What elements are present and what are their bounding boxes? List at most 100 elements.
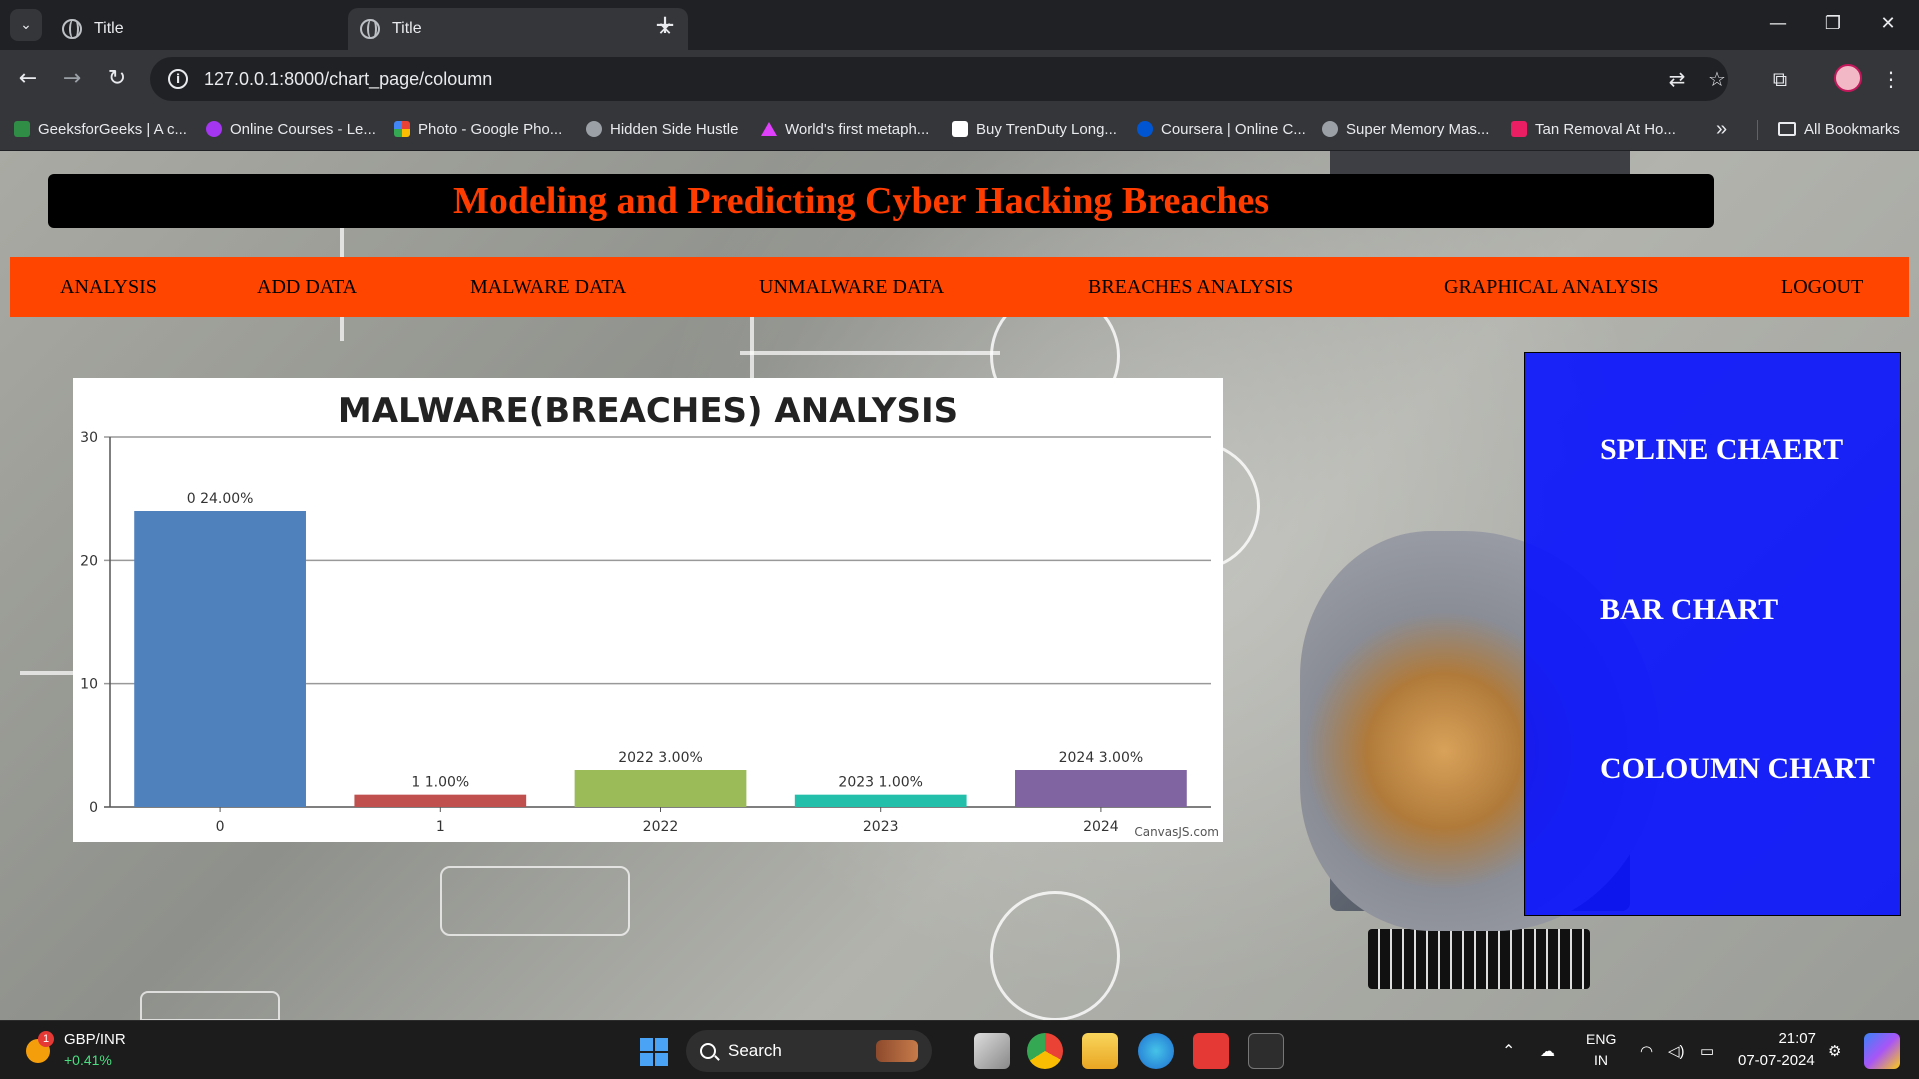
browser-tab-active[interactable]: Title ✕ bbox=[348, 8, 688, 50]
main-nav: ANALYSIS ADD DATA MALWARE DATA UNMALWARE… bbox=[10, 257, 1909, 317]
clock-date[interactable]: 07-07-2024 bbox=[1738, 1052, 1815, 1069]
restore-icon[interactable]: ❐ bbox=[1813, 8, 1853, 40]
bookmark-item[interactable]: Photo - Google Pho... bbox=[394, 108, 562, 150]
bookmark-item[interactable]: Tan Removal At Ho... bbox=[1511, 108, 1676, 150]
bookmark-label: Tan Removal At Ho... bbox=[1535, 120, 1676, 138]
bookmark-item[interactable]: Super Memory Mas... bbox=[1322, 108, 1489, 150]
ticker-name[interactable]: GBP/INR bbox=[64, 1031, 126, 1048]
show-hidden-icons[interactable]: ⌃ bbox=[1502, 1021, 1515, 1079]
chrome-icon[interactable] bbox=[1027, 1033, 1063, 1069]
bookmark-star-icon[interactable]: ☆ bbox=[1702, 64, 1732, 94]
nav-breaches-analysis[interactable]: BREACHES ANALYSIS bbox=[1088, 257, 1293, 317]
nav-unmalware-data[interactable]: UNMALWARE DATA bbox=[759, 257, 944, 317]
nav-analysis[interactable]: ANALYSIS bbox=[60, 257, 157, 317]
chart-y-axis-ticks: 0 10 20 30 bbox=[80, 430, 98, 816]
taskbar-search[interactable]: Search bbox=[686, 1030, 932, 1072]
x-tick-label: 0 bbox=[216, 819, 225, 835]
translate-icon[interactable]: ⇄ bbox=[1662, 64, 1692, 94]
back-button[interactable]: ← bbox=[12, 63, 44, 95]
onedrive-icon[interactable]: ☁ bbox=[1540, 1021, 1555, 1079]
more-bookmarks-button[interactable]: » bbox=[1716, 108, 1727, 150]
bookmarks-bar: GeeksforGeeks | A c... Online Courses - … bbox=[0, 108, 1919, 151]
chart-bar[interactable] bbox=[794, 794, 967, 807]
anydesk-icon[interactable] bbox=[1193, 1033, 1229, 1069]
y-tick-label: 10 bbox=[80, 677, 98, 693]
edge-icon[interactable] bbox=[1138, 1033, 1174, 1069]
bookmark-favicon bbox=[14, 121, 30, 137]
wifi-icon[interactable]: ◠ bbox=[1640, 1021, 1653, 1079]
reload-button[interactable]: ↻ bbox=[101, 63, 133, 95]
bookmark-favicon bbox=[1322, 121, 1338, 137]
nav-malware-data[interactable]: MALWARE DATA bbox=[470, 257, 626, 317]
column-chart: MALWARE(BREACHES) ANALYSIS 0 10 20 30 0 24.… bbox=[80, 391, 1219, 839]
chart-bar[interactable] bbox=[1015, 770, 1187, 807]
data-label: 2024 3.00% bbox=[1059, 750, 1144, 766]
task-view-icon[interactable] bbox=[974, 1033, 1010, 1069]
more-menu-icon[interactable]: ⋮ bbox=[1876, 64, 1906, 94]
tab-title: Title bbox=[392, 20, 422, 37]
background-line bbox=[750, 311, 754, 381]
bookmark-favicon bbox=[394, 121, 410, 137]
chart-credit[interactable]: CanvasJS.com bbox=[1134, 825, 1219, 839]
data-label: 0 24.00% bbox=[187, 491, 254, 507]
extensions-icon[interactable]: ⧉ bbox=[1765, 64, 1795, 94]
all-bookmarks-button[interactable]: All Bookmarks bbox=[1778, 108, 1900, 150]
background-line bbox=[20, 671, 80, 675]
background-box bbox=[140, 991, 280, 1020]
nav-graphical-analysis[interactable]: GRAPHICAL ANALYSIS bbox=[1444, 257, 1659, 317]
data-label: 2023 1.00% bbox=[838, 775, 923, 791]
chart-title: MALWARE(BREACHES) ANALYSIS bbox=[338, 391, 958, 431]
bookmark-item[interactable]: GeeksforGeeks | A c... bbox=[14, 108, 187, 150]
bookmark-label: Online Courses - Le... bbox=[230, 120, 376, 138]
profile-avatar[interactable] bbox=[1834, 64, 1862, 92]
spline-chart-link[interactable]: SPLINE CHAERT bbox=[1600, 433, 1843, 467]
bookmark-item[interactable]: World's first metaph... bbox=[761, 108, 929, 150]
region-code[interactable]: IN bbox=[1594, 1052, 1608, 1068]
chart-bar[interactable] bbox=[134, 511, 306, 807]
site-info-icon[interactable]: i bbox=[168, 69, 188, 89]
bookmark-label: Photo - Google Pho... bbox=[418, 120, 563, 138]
copilot-icon[interactable] bbox=[1864, 1033, 1900, 1069]
browser-toolbar: ← → ↻ i 127.0.0.1:8000/chart_page/coloum… bbox=[0, 50, 1919, 108]
nav-logout[interactable]: LOGOUT bbox=[1781, 257, 1863, 317]
terminal-icon[interactable] bbox=[1248, 1033, 1284, 1069]
minimize-icon[interactable]: — bbox=[1758, 8, 1798, 40]
site-header: Modeling and Predicting Cyber Hacking Br… bbox=[48, 174, 1714, 228]
data-label: 1 1.00% bbox=[411, 775, 469, 791]
browser-tab-inactive[interactable]: Title ✕ bbox=[50, 8, 390, 50]
bookmarks-divider bbox=[1757, 120, 1758, 140]
volume-icon[interactable]: ◁) bbox=[1668, 1021, 1685, 1079]
x-tick-label: 1 bbox=[436, 819, 445, 835]
notification-icon[interactable]: ⚙ bbox=[1828, 1021, 1841, 1079]
url-text: 127.0.0.1:8000/chart_page/coloumn bbox=[204, 68, 493, 89]
address-bar[interactable]: i 127.0.0.1:8000/chart_page/coloumn bbox=[150, 57, 1728, 101]
column-chart-link[interactable]: COLOUMN CHART bbox=[1600, 752, 1875, 786]
bookmark-item[interactable]: Buy TrenDuty Long... bbox=[952, 108, 1117, 150]
bookmark-label: Coursera | Online C... bbox=[1161, 120, 1306, 138]
file-explorer-icon[interactable] bbox=[1082, 1033, 1118, 1069]
start-button[interactable] bbox=[640, 1038, 668, 1066]
background-user-circle bbox=[990, 891, 1120, 1020]
bookmark-item[interactable]: Coursera | Online C... bbox=[1137, 108, 1306, 150]
y-tick-label: 20 bbox=[80, 553, 98, 569]
forward-button[interactable]: → bbox=[56, 63, 88, 95]
bookmark-favicon bbox=[586, 121, 602, 137]
background-keyboard bbox=[1368, 929, 1590, 989]
folder-icon bbox=[1778, 122, 1796, 136]
language-code[interactable]: ENG bbox=[1586, 1031, 1616, 1047]
bookmark-favicon bbox=[1511, 121, 1527, 137]
chart-bar[interactable] bbox=[354, 794, 527, 807]
nav-add-data[interactable]: ADD DATA bbox=[257, 257, 357, 317]
bookmark-item[interactable]: Online Courses - Le... bbox=[206, 108, 376, 150]
close-window-icon[interactable]: ✕ bbox=[1868, 8, 1908, 40]
tab-search-button[interactable]: ⌄ bbox=[10, 9, 42, 41]
clock-time[interactable]: 21:07 bbox=[1744, 1030, 1816, 1047]
background-gear-box bbox=[440, 866, 630, 936]
new-tab-button[interactable]: + bbox=[650, 10, 680, 40]
ticker-change: +0.41% bbox=[64, 1052, 112, 1068]
battery-icon[interactable]: ▭ bbox=[1700, 1021, 1714, 1079]
y-tick-label: 30 bbox=[80, 430, 98, 446]
bookmark-item[interactable]: Hidden Side Hustle bbox=[586, 108, 738, 150]
chart-bar[interactable] bbox=[574, 770, 747, 807]
bar-chart-link[interactable]: BAR CHART bbox=[1600, 593, 1778, 627]
